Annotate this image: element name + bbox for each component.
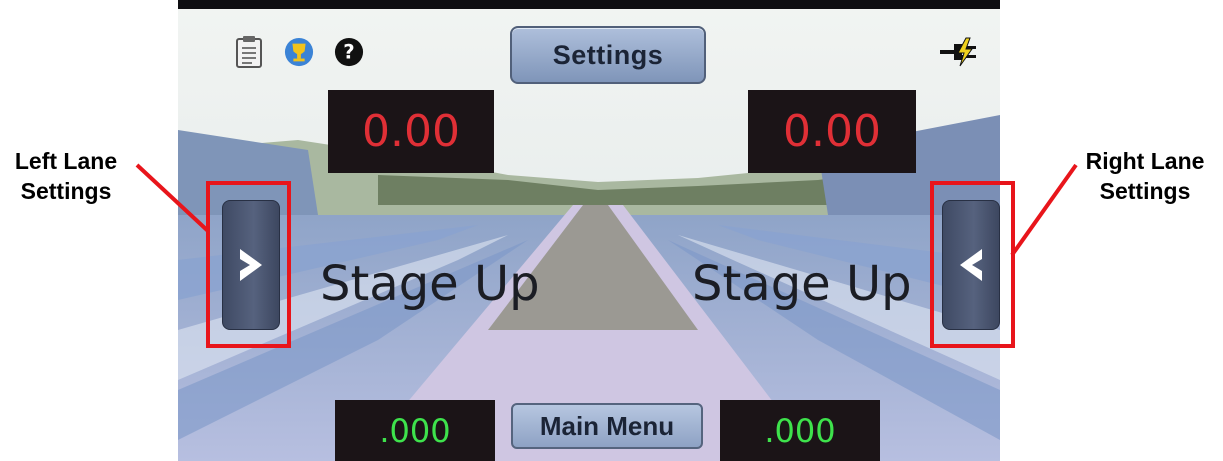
right-label-line2: Settings [1099,178,1191,204]
right-pointer-line [1010,163,1078,257]
annotation-pointer-lines [135,163,1078,257]
left-label-line2: Settings [20,178,112,204]
right-lane-settings-label: Right Lane Settings [1072,146,1218,206]
left-pointer-line [135,163,210,233]
left-lane-settings-label: Left Lane Settings [0,146,132,206]
left-label-line1: Left Lane [14,148,118,174]
right-label-line1: Right Lane [1085,148,1205,174]
